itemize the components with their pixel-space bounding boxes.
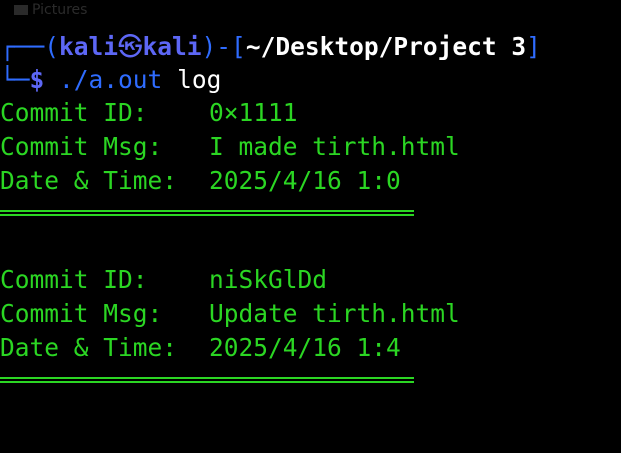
- prompt-dollar: $: [29, 65, 45, 94]
- commit-msg-value: I made tirth.html: [209, 132, 460, 161]
- commit-date-row: Date & Time: 2025/4/16 1:0: [0, 164, 401, 198]
- commit-date-row: Date & Time: 2025/4/16 1:4: [0, 331, 401, 365]
- prompt-frame-close: ]: [526, 32, 541, 61]
- prompt-frame-corner: └─: [0, 65, 30, 94]
- commit-date-value: 2025/4/16 1:0: [209, 166, 401, 195]
- commit-msg-value: Update tirth.html: [209, 299, 460, 328]
- commit-separator: [0, 377, 414, 383]
- commit-date-value: 2025/4/16 1:4: [209, 333, 401, 362]
- prompt-line-2[interactable]: └─$ ./a.out log: [0, 63, 221, 97]
- commit-date-label: Date & Time:: [0, 166, 178, 195]
- commit-msg-row: Commit Msg: Update tirth.html: [0, 297, 460, 331]
- commit-id-value: niSkGlDd: [209, 265, 328, 294]
- command-args: log: [177, 65, 222, 94]
- folder-icon: [14, 5, 28, 15]
- prompt-line-1: ┌──(kali㉿kali)-[~/Desktop/Project 3]: [0, 30, 541, 64]
- commit-separator: [0, 210, 414, 216]
- commit-id-value: 0×1111: [209, 98, 298, 127]
- prompt-frame-mid: )-[: [201, 32, 246, 61]
- commit-msg-label: Commit Msg:: [0, 299, 163, 328]
- desktop-background-label: Pictures: [14, 1, 87, 19]
- folder-label: Pictures: [32, 2, 88, 18]
- commit-id-label: Commit ID:: [0, 98, 148, 127]
- commit-msg-label: Commit Msg:: [0, 132, 163, 161]
- kali-skull-icon: ㉿: [118, 32, 143, 61]
- terminal-window[interactable]: Pictures ┌──(kali㉿kali)-[~/Desktop/Proje…: [0, 0, 621, 453]
- commit-id-label: Commit ID:: [0, 265, 148, 294]
- prompt-path: ~/Desktop/Project 3: [245, 32, 527, 61]
- prompt-frame-open: ┌──(: [0, 32, 60, 61]
- commit-date-label: Date & Time:: [0, 333, 178, 362]
- prompt-user: kali: [59, 32, 119, 61]
- commit-id-row: Commit ID: 0×1111: [0, 96, 298, 130]
- command-name: ./a.out: [59, 65, 163, 94]
- commit-id-row: Commit ID: niSkGlDd: [0, 263, 327, 297]
- commit-msg-row: Commit Msg: I made tirth.html: [0, 130, 460, 164]
- prompt-host: kali: [142, 32, 202, 61]
